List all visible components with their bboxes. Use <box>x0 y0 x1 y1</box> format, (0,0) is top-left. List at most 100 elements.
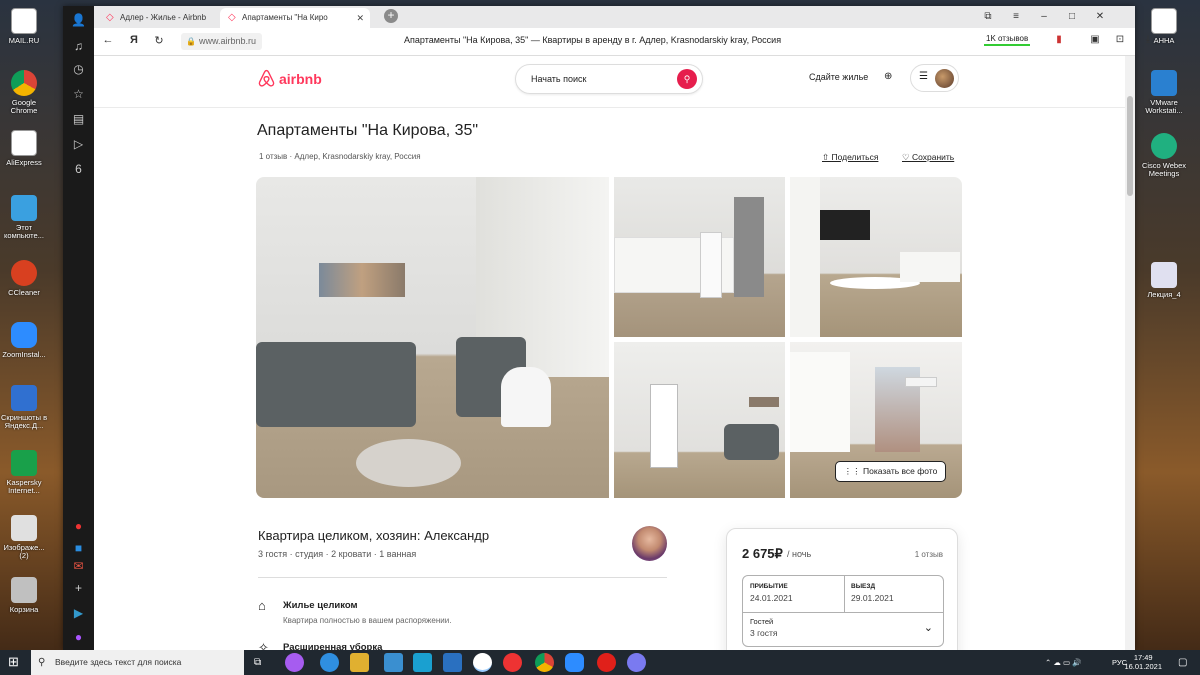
file-icon <box>1151 8 1177 34</box>
download-icon[interactable]: ⤓ <box>1141 34 1155 45</box>
play-icon[interactable]: ▷ <box>71 137 86 152</box>
notification-icon[interactable]: ▢ <box>1178 650 1187 675</box>
zoom-icon[interactable] <box>565 653 584 672</box>
desktop-icon-aliexpress[interactable]: AliExpress <box>0 130 48 167</box>
listing-details: 3 гостя · студия · 2 кровати · 1 ванная <box>258 549 417 559</box>
file-icon <box>11 130 37 156</box>
bell-icon[interactable]: ♫ <box>71 39 86 54</box>
user-menu[interactable]: ☰ <box>910 64 959 92</box>
mail-icon[interactable]: ✉ <box>71 559 86 574</box>
yandex-browser-icon[interactable] <box>473 653 492 672</box>
wall-picture <box>749 397 779 407</box>
desktop-icon-kaspersky[interactable]: Kaspersky Internet... <box>0 450 48 495</box>
photo-living[interactable] <box>790 177 962 337</box>
collections-toolbar-icon[interactable]: ⊡ <box>1113 34 1127 45</box>
photo-gallery: ⋮⋮ Показать все фото <box>256 177 962 498</box>
file-icon <box>11 8 37 34</box>
tab-bar: ◇ Адлер - Жилье - Airbnb ◇ Апартаменты "… <box>94 6 1135 28</box>
extension-icon[interactable]: ▣ <box>1088 34 1102 45</box>
close-window-button[interactable]: ✕ <box>1086 6 1114 28</box>
location[interactable]: Адлер, Krasnodarskiy kray, Россия <box>294 152 420 161</box>
history-icon[interactable]: ◷ <box>71 62 86 77</box>
explorer-icon[interactable] <box>350 653 369 672</box>
edge-icon[interactable] <box>320 653 339 672</box>
counter-icon[interactable]: 6 <box>71 162 86 177</box>
new-tab-button[interactable]: + <box>384 9 398 23</box>
alice-icon[interactable]: ● <box>71 630 86 645</box>
checkin-field[interactable]: 24.01.2021 <box>750 593 793 603</box>
yandex-icon[interactable] <box>503 653 522 672</box>
desktop-icon-this-pc[interactable]: Этот компьюте... <box>0 195 48 240</box>
desktop-icon-webex[interactable]: Cisco Webex Meetings <box>1140 133 1188 178</box>
clock[interactable]: 17:49 16.01.2021 <box>1124 653 1162 671</box>
air-conditioner <box>905 377 937 387</box>
bookmarks-manager-icon[interactable]: ⧉ <box>974 6 1002 28</box>
maximize-button[interactable]: □ <box>1058 6 1086 28</box>
tray-icons[interactable]: ⌃ ☁ ▭ 🔊 <box>1045 650 1081 675</box>
paint-icon[interactable] <box>627 653 646 672</box>
desktop-icon-ccleaner[interactable]: CCleaner <box>0 260 48 297</box>
desktop-icon-images[interactable]: Изображе... (2) <box>0 515 48 560</box>
star-icon[interactable]: ☆ <box>71 87 86 102</box>
become-host-link[interactable]: Сдайте жилье <box>809 72 868 82</box>
curtain <box>790 352 850 452</box>
tab-apartments[interactable]: ◇ Апартаменты "На Киро ✕ <box>220 8 370 28</box>
host-avatar[interactable] <box>632 526 667 561</box>
desktop-icon-chrome[interactable]: Google Chrome <box>0 70 48 115</box>
browser-sidebar: 👤 ♫ ◷ ☆ ▤ ▷ 6 ● ■ ✉ + ▶ ● <box>63 6 94 650</box>
search-bar[interactable]: Начать поиск ⚲ <box>515 64 703 94</box>
store-icon[interactable] <box>384 653 403 672</box>
desktop-icon-vmware[interactable]: VMware Workstati... <box>1140 70 1188 115</box>
save-button[interactable]: ♡ Сохранить <box>902 152 954 163</box>
profile-icon[interactable]: 👤 <box>71 13 86 28</box>
bookmark-icon[interactable]: ▮ <box>1052 34 1066 45</box>
page-scrollbar[interactable] <box>1125 56 1135 650</box>
desktop-icon-screenshots[interactable]: Скриншоты в Яндекс.Д... <box>0 385 48 430</box>
desktop-icon-lecture[interactable]: Лекция_4 <box>1140 262 1188 299</box>
tv <box>820 210 870 240</box>
chrome-icon[interactable] <box>535 653 554 672</box>
opera-icon[interactable] <box>597 653 616 672</box>
windows-start-icon[interactable]: ⊞ <box>8 655 22 669</box>
taskbar-search[interactable]: ⚲ Введите здесь текст для поиска <box>31 650 244 675</box>
video-icon[interactable]: ▶ <box>71 606 86 621</box>
back-icon[interactable]: ← <box>100 34 116 46</box>
share-button[interactable]: ⇧ Поделиться <box>822 152 878 163</box>
market-icon[interactable]: ■ <box>71 541 86 556</box>
task-view-icon[interactable]: ⧉ <box>254 650 261 675</box>
collections-icon[interactable]: ▤ <box>71 112 86 127</box>
checkout-field[interactable]: 29.01.2021 <box>851 593 894 603</box>
airbnb-logo[interactable]: airbnb <box>258 69 322 88</box>
url-field[interactable]: 🔒 www.airbnb.ru <box>181 33 263 50</box>
photo-main[interactable] <box>256 177 609 498</box>
chair <box>501 367 551 427</box>
search-icon[interactable]: ⚲ <box>677 69 697 89</box>
reviews-badge[interactable]: 1K отзывов <box>984 33 1031 46</box>
mail-icon[interactable] <box>443 653 462 672</box>
l-app-icon[interactable] <box>413 653 432 672</box>
map-pin-icon[interactable]: ● <box>71 519 86 534</box>
desktop-icon-recycle-bin[interactable]: Корзина <box>0 577 48 614</box>
guests-field[interactable]: 3 гостя <box>750 628 777 638</box>
close-tab-icon[interactable]: ✕ <box>356 8 364 28</box>
photo-kitchen[interactable] <box>614 177 785 337</box>
reload-icon[interactable]: ↻ <box>151 34 167 47</box>
desktop-icon-mailru[interactable]: MAIL.RU <box>0 8 48 45</box>
add-panel-icon[interactable]: + <box>71 581 86 596</box>
minimize-button[interactable]: – <box>1030 6 1058 28</box>
menu-icon[interactable]: ≡ <box>1002 6 1030 28</box>
show-all-photos-button[interactable]: ⋮⋮ Показать все фото <box>835 461 946 482</box>
booking-reviews[interactable]: 1 отзыв <box>915 550 943 559</box>
screenshot-icon <box>11 385 37 411</box>
yandex-icon[interactable]: Я <box>126 34 142 46</box>
chevron-down-icon[interactable]: ⌄ <box>924 621 933 634</box>
airbnb-favicon-icon: ◇ <box>228 12 236 23</box>
reviews-count[interactable]: 1 отзыв <box>259 152 287 161</box>
photo-studio[interactable] <box>614 342 785 498</box>
alice-icon[interactable] <box>285 653 304 672</box>
page-title-bar: Апартаменты "На Кирова, 35" — Квартиры в… <box>404 35 782 45</box>
globe-icon[interactable]: ⊕ <box>884 71 892 82</box>
document-icon <box>1151 262 1177 288</box>
tab-adler[interactable]: ◇ Адлер - Жилье - Airbnb <box>98 8 218 28</box>
desktop-icon-zoom[interactable]: ZoomInstal... <box>0 322 48 359</box>
